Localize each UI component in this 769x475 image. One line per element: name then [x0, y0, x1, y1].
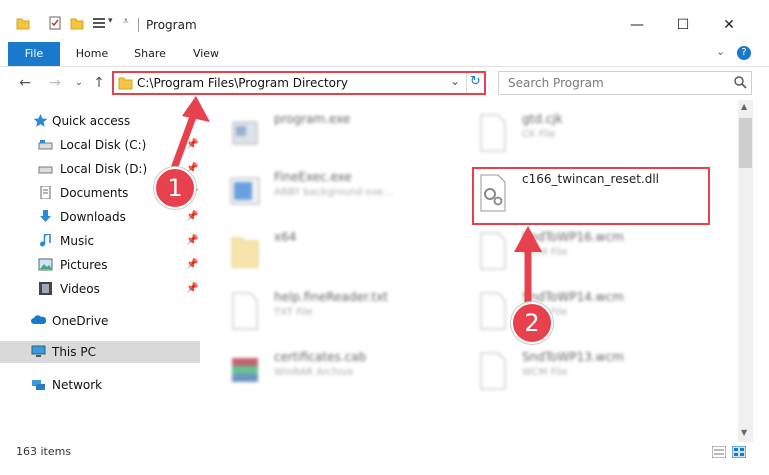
sidebar-item-videos[interactable]: Videos 📌	[0, 278, 200, 300]
sidebar-item-label: Network	[52, 378, 103, 392]
network-icon	[32, 380, 45, 390]
sidebar-item-label: Local Disk (D:)	[60, 162, 148, 176]
tab-home[interactable]: Home	[68, 42, 116, 66]
sidebar-item-this-pc[interactable]: This PC	[0, 341, 200, 363]
file-item[interactable]: FineExec.exe ABBY background exe...	[230, 168, 460, 224]
star-icon	[33, 114, 48, 127]
sidebar-item-music[interactable]: Music 📌	[0, 230, 200, 252]
file-name: x64	[274, 230, 297, 244]
file-name: certificates.cab	[274, 350, 367, 364]
window-title: Program	[146, 18, 197, 32]
sidebar-item-pictures[interactable]: Pictures 📌	[0, 254, 200, 276]
folder-icon	[16, 18, 30, 30]
search-icon[interactable]	[734, 76, 747, 89]
downloads-icon	[40, 210, 51, 222]
drive-icon	[38, 140, 53, 150]
view-options-icon[interactable]	[92, 16, 106, 30]
sidebar-item-label: Pictures	[60, 258, 108, 272]
generic-file-icon	[480, 114, 506, 152]
file-name: help.fineReader.txt	[274, 290, 388, 304]
status-item-count: 163 items	[16, 445, 72, 458]
cloud-icon	[31, 315, 46, 324]
scroll-down-icon[interactable]: ▼	[741, 428, 747, 437]
text-file-icon	[232, 292, 258, 330]
music-icon	[40, 234, 51, 247]
callout-step-1: 1	[154, 167, 196, 209]
sidebar-item-label: Downloads	[60, 210, 126, 224]
address-divider	[466, 73, 467, 93]
archive-file-icon	[232, 358, 258, 382]
pictures-icon	[38, 258, 53, 271]
search-input[interactable]: Search Program	[508, 76, 604, 90]
recent-locations-button[interactable]: ⌄	[70, 74, 88, 92]
sidebar-item-label: Local Disk (C:)	[60, 138, 147, 152]
file-item[interactable]: program.exe	[230, 110, 460, 166]
details-view-icon[interactable]	[712, 446, 726, 458]
file-name: SndToWP13.wcm	[522, 350, 624, 364]
file-type: TXT File	[274, 307, 313, 318]
videos-icon	[39, 282, 52, 295]
pin-icon: 📌	[186, 259, 199, 270]
sidebar-item-label: Documents	[60, 186, 129, 200]
dll-highlight-box	[472, 167, 710, 225]
file-type: WCM File	[522, 367, 568, 378]
file-type: CK File	[522, 129, 556, 140]
scrollbar-thumb[interactable]	[739, 118, 752, 168]
folder-icon	[231, 237, 259, 268]
forward-button[interactable]: →	[46, 74, 64, 92]
customize-toolbar-icon[interactable]: ⩡	[123, 16, 129, 27]
sidebar-item-onedrive[interactable]: OneDrive	[0, 310, 200, 332]
sidebar-item-label: Videos	[60, 282, 100, 296]
up-button[interactable]: ↑	[90, 74, 108, 92]
scroll-up-icon[interactable]: ▲	[741, 102, 747, 111]
minimize-button[interactable]: —	[614, 12, 660, 38]
ribbon-expand-icon[interactable]: ⌄	[716, 45, 725, 58]
address-dropdown-icon[interactable]: ⌄	[450, 74, 460, 88]
folder-icon	[118, 77, 133, 90]
title-divider	[138, 18, 139, 32]
file-name: gtd.cjk	[522, 112, 563, 126]
sidebar-item-label: Music	[60, 234, 95, 248]
refresh-icon[interactable]: ↻	[470, 74, 481, 89]
sidebar-item-label: Quick access	[52, 114, 131, 128]
back-button[interactable]: ←	[16, 74, 34, 92]
maximize-button[interactable]: ☐	[660, 12, 706, 38]
pin-icon: 📌	[186, 235, 199, 246]
tab-share[interactable]: Share	[126, 42, 174, 66]
pin-icon: 📌	[186, 283, 199, 294]
sidebar-item-network[interactable]: Network	[0, 374, 200, 396]
sidebar-item-label: This PC	[52, 345, 96, 359]
file-item[interactable]: certificates.cab WinRAR Archive	[230, 348, 460, 404]
sidebar-item-downloads[interactable]: Downloads 📌	[0, 206, 200, 228]
new-folder-icon[interactable]	[70, 16, 84, 30]
file-item[interactable]: x64	[230, 228, 460, 284]
callout-step-2: 2	[511, 302, 553, 344]
file-type: ABBY background exe...	[274, 187, 393, 198]
sidebar-item-label: OneDrive	[52, 314, 109, 328]
properties-icon[interactable]	[48, 16, 62, 30]
file-item[interactable]: gtd.cjk CK File	[478, 110, 708, 166]
qa-dropdown-icon[interactable]: ▾	[108, 16, 113, 26]
file-name: program.exe	[274, 112, 351, 126]
file-name: FineExec.exe	[274, 170, 352, 184]
computer-icon	[31, 345, 46, 357]
tab-view[interactable]: View	[182, 42, 230, 66]
file-type: WinRAR Archive	[274, 367, 354, 378]
exe-file-icon	[232, 121, 258, 145]
exe-file-icon	[230, 177, 260, 205]
tab-file[interactable]: File	[8, 42, 60, 66]
documents-icon	[40, 186, 51, 199]
address-path[interactable]: C:\Program Files\Program Directory	[137, 76, 348, 90]
file-item[interactable]: SndToWP13.wcm WCM File	[478, 348, 708, 404]
large-icons-view-icon[interactable]	[732, 446, 746, 458]
drive-icon	[38, 166, 53, 174]
generic-file-icon	[480, 352, 506, 390]
file-item[interactable]: help.fineReader.txt TXT File	[230, 288, 460, 344]
pin-icon: 📌	[186, 211, 199, 222]
help-icon[interactable]: ?	[737, 46, 751, 60]
close-button[interactable]: ✕	[706, 12, 752, 38]
